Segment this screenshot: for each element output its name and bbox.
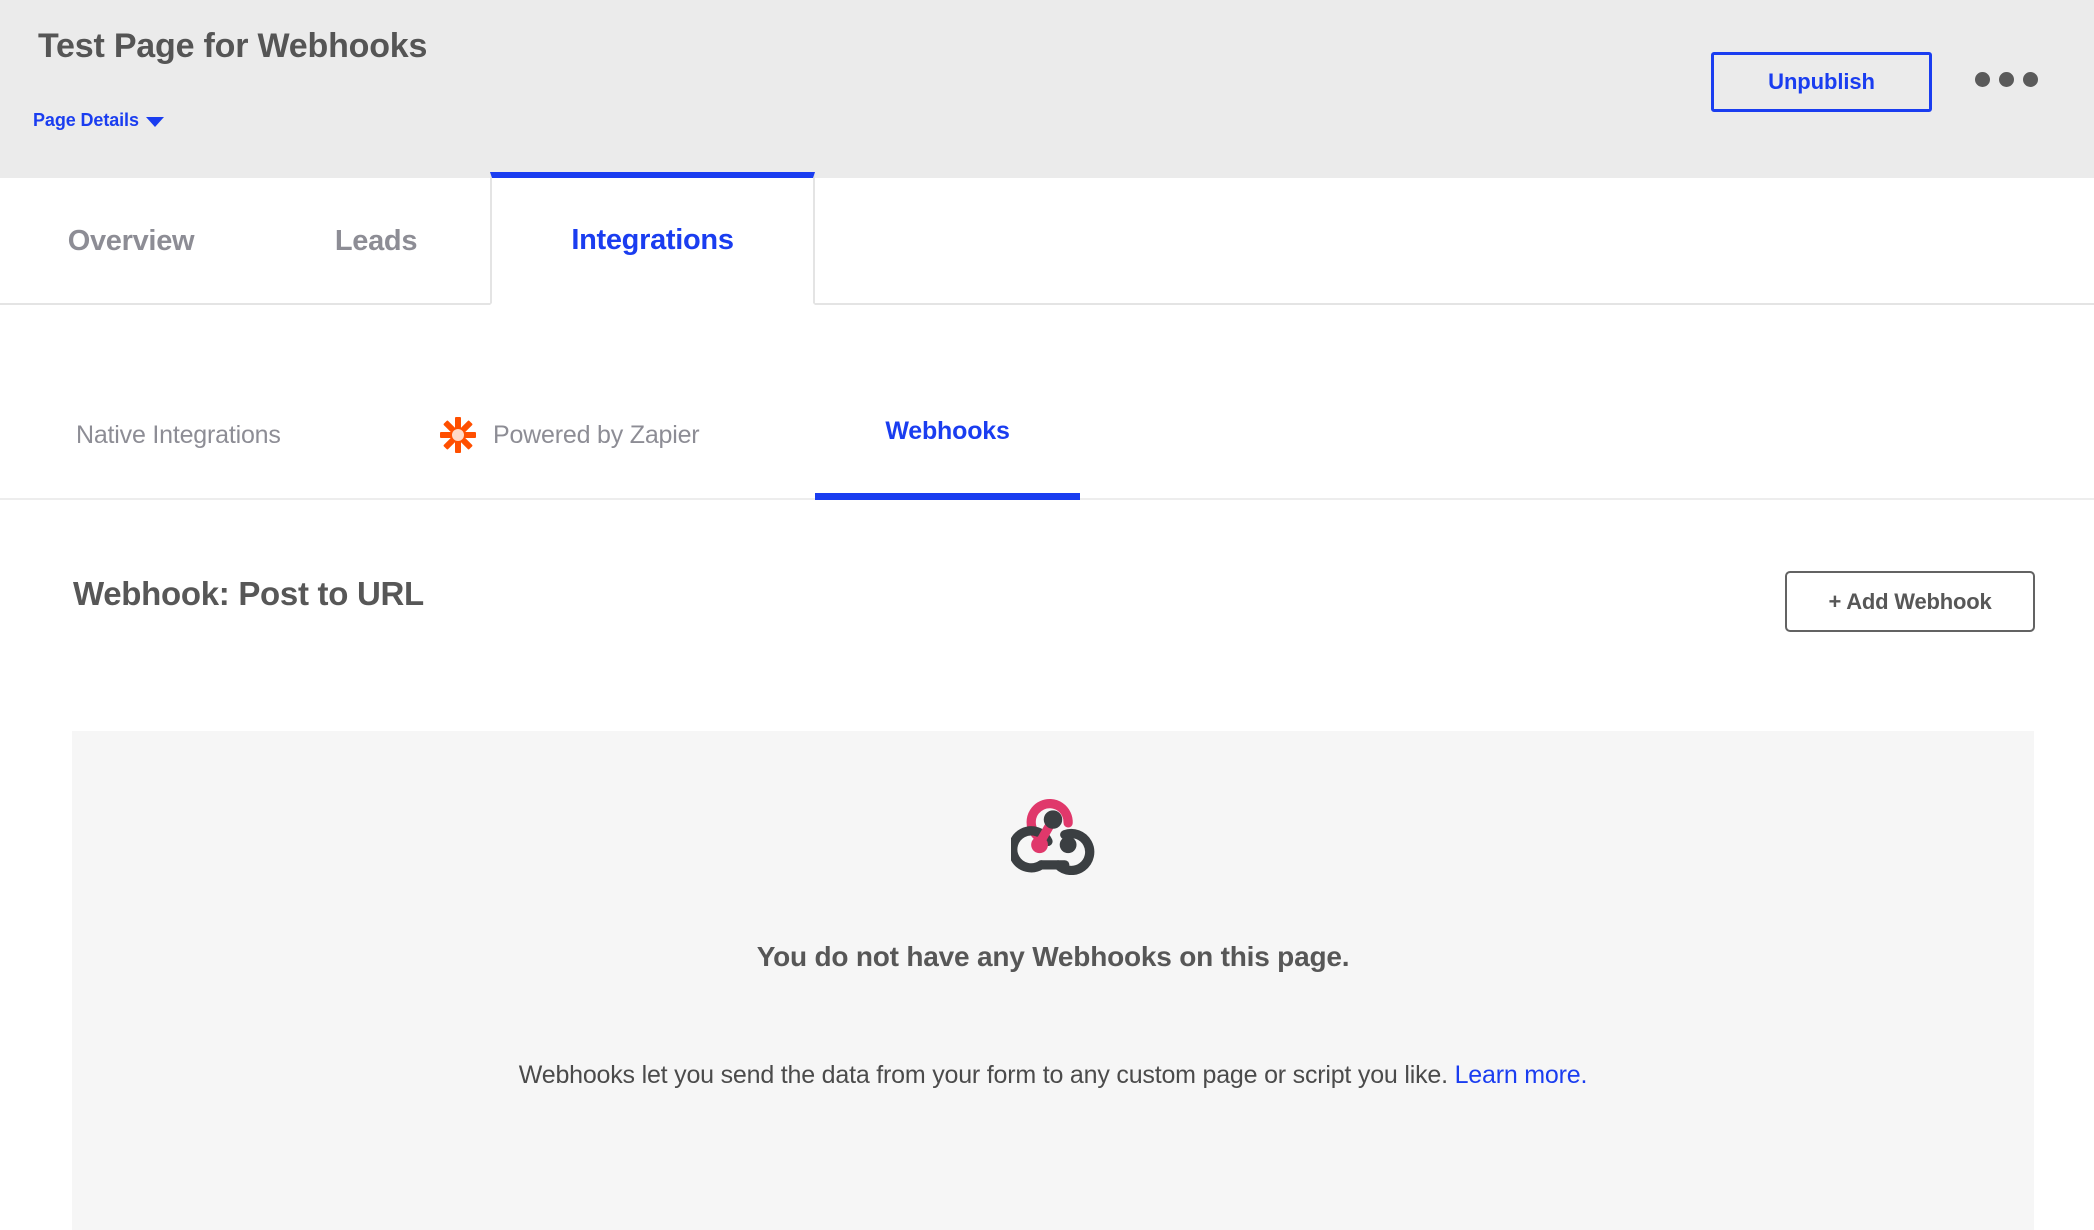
kebab-dot: [2023, 72, 2038, 87]
section-title: Webhook: Post to URL: [73, 575, 424, 612]
zapier-asterisk-icon: [440, 417, 476, 453]
page-details-toggle[interactable]: Page Details: [33, 110, 164, 131]
kebab-menu-icon[interactable]: [1975, 72, 2038, 87]
tab-leads[interactable]: Leads: [262, 178, 490, 305]
main-tab-bar: Overview Leads Integrations: [0, 172, 2094, 305]
learn-more-link[interactable]: Learn more.: [1455, 1061, 1588, 1089]
empty-state-heading: You do not have any Webhooks on this pag…: [756, 941, 1350, 972]
integration-sub-tab-bar: Native Integrations Powered by Zapier We…: [0, 370, 2094, 500]
empty-state-description-text: Webhooks let you send the data from your…: [518, 1061, 1448, 1089]
page-title: Test Page for Webhooks: [38, 27, 428, 65]
kebab-dot: [1999, 72, 2014, 87]
sub-tab-webhooks[interactable]: Webhooks: [815, 370, 1080, 500]
sub-tab-label: Powered by Zapier: [493, 420, 700, 449]
add-webhook-button[interactable]: + Add Webhook: [1785, 571, 2035, 632]
webhook-logo-icon: [1011, 799, 1095, 875]
sub-tab-label: Native Integrations: [76, 420, 281, 449]
webhooks-empty-state-panel: You do not have any Webhooks on this pag…: [72, 731, 2034, 1230]
sub-tab-powered-by-zapier[interactable]: Powered by Zapier: [440, 370, 700, 500]
unpublish-button[interactable]: Unpublish: [1711, 52, 1932, 112]
sub-tab-native-integrations[interactable]: Native Integrations: [76, 370, 281, 500]
chevron-down-icon: [145, 116, 164, 127]
kebab-dot: [1975, 72, 1990, 87]
zapier-icon-hub: [452, 429, 464, 441]
page-header: Test Page for Webhooks Page Details Unpu…: [0, 0, 2094, 178]
tab-overview[interactable]: Overview: [0, 178, 262, 305]
page-details-label: Page Details: [33, 110, 139, 130]
tab-integrations[interactable]: Integrations: [490, 172, 815, 305]
sub-tab-label: Webhooks: [885, 417, 1010, 445]
empty-state-description: Webhooks let you send the data from your…: [72, 1061, 2034, 1090]
